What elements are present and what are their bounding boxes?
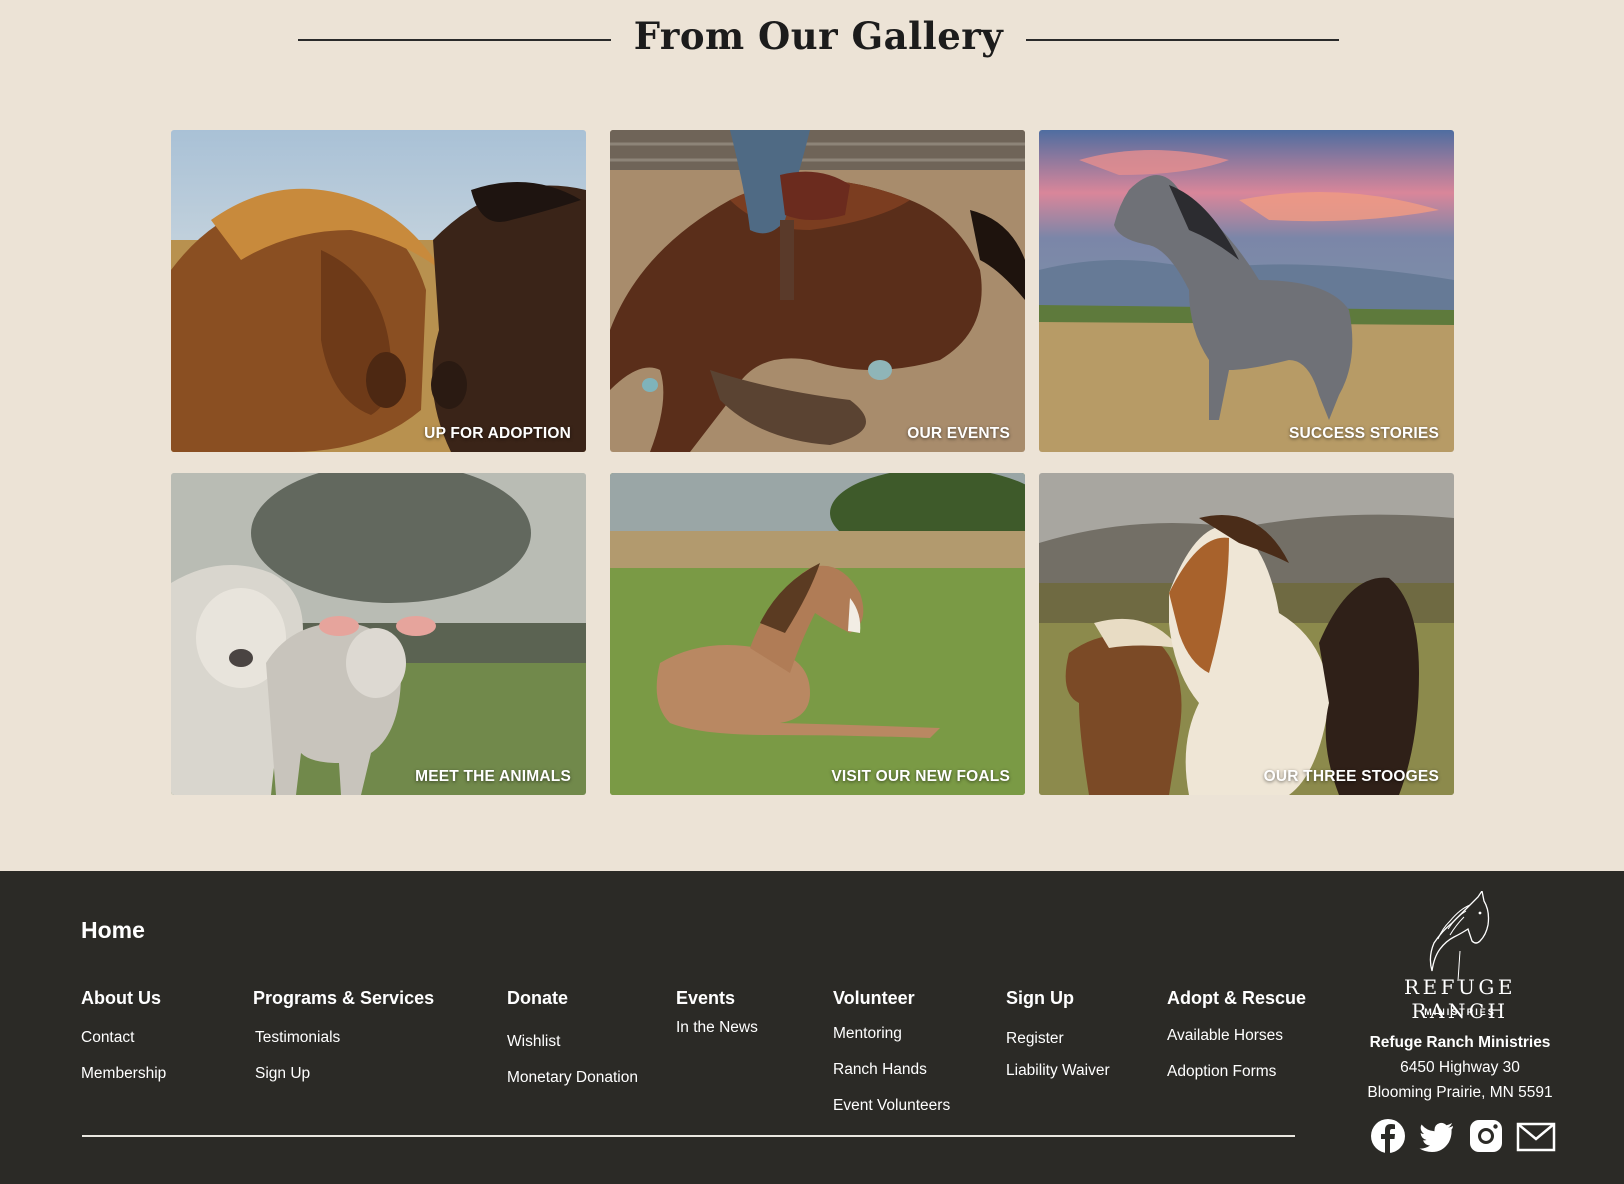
lambs-photo bbox=[171, 473, 586, 795]
footer-link-membership[interactable]: Membership bbox=[81, 1065, 166, 1083]
gallery-title: From Our Gallery bbox=[633, 14, 1004, 58]
three-ponies-photo bbox=[1039, 473, 1454, 795]
address-line-2: Blooming Prairie, MN 5591 bbox=[1367, 1084, 1553, 1101]
footer-column-events: Events In the News bbox=[676, 988, 758, 1036]
footer-column-about-us: About Us Contact Membership bbox=[81, 988, 166, 1082]
gallery-tile-our-three-stooges[interactable]: OUR THREE STOOGES bbox=[1039, 473, 1454, 795]
footer-link-wishlist[interactable]: Wishlist bbox=[507, 1033, 560, 1051]
tile-caption: UP FOR ADOPTION bbox=[424, 425, 571, 442]
gallery-tile-success-stories[interactable]: SUCCESS STORIES bbox=[1039, 130, 1454, 452]
tile-caption: MEET THE ANIMALS bbox=[415, 768, 571, 785]
facebook-icon[interactable] bbox=[1369, 1117, 1407, 1155]
mail-icon[interactable] bbox=[1516, 1117, 1556, 1155]
title-divider-left bbox=[298, 39, 611, 41]
tile-caption: OUR EVENTS bbox=[907, 425, 1010, 442]
address-line-1: 6450 Highway 30 bbox=[1400, 1059, 1520, 1076]
gallery-tile-visit-our-new-foals[interactable]: VISIT OUR NEW FOALS bbox=[610, 473, 1025, 795]
twitter-icon[interactable] bbox=[1418, 1117, 1456, 1155]
grey-horse-photo bbox=[1039, 130, 1454, 452]
footer-link-adoption-forms[interactable]: Adoption Forms bbox=[1167, 1063, 1276, 1081]
brand-logo-block[interactable]: REFUGE RANCH MINISTRIES bbox=[1355, 891, 1565, 1023]
footer-heading[interactable]: Donate bbox=[507, 988, 568, 1009]
footer-heading[interactable]: Volunteer bbox=[833, 988, 915, 1009]
footer-column-sign-up: Sign Up Register Liability Waiver bbox=[1006, 988, 1110, 1079]
brand-subtitle: MINISTRIES bbox=[1424, 1007, 1496, 1017]
horse-head-logo-icon bbox=[1429, 891, 1490, 981]
title-divider-right bbox=[1026, 39, 1339, 41]
footer-link-available-horses[interactable]: Available Horses bbox=[1167, 1027, 1283, 1045]
gallery-tile-our-events[interactable]: OUR EVENTS bbox=[610, 130, 1025, 452]
rodeo-photo bbox=[610, 130, 1025, 452]
footer-link-liability-waiver[interactable]: Liability Waiver bbox=[1006, 1062, 1110, 1080]
footer-column-adopt-rescue: Adopt & Rescue Available Horses Adoption… bbox=[1167, 988, 1306, 1080]
footer-link-monetary-donation[interactable]: Monetary Donation bbox=[507, 1069, 638, 1087]
ponies-photo bbox=[171, 130, 586, 452]
footer-link-event-volunteers[interactable]: Event Volunteers bbox=[833, 1097, 950, 1115]
footer-link-ranch-hands[interactable]: Ranch Hands bbox=[833, 1061, 927, 1079]
tile-caption: OUR THREE STOOGES bbox=[1263, 768, 1439, 785]
footer-link-mentoring[interactable]: Mentoring bbox=[833, 1025, 902, 1043]
footer-column-programs-services: Programs & Services Testimonials Sign Up bbox=[253, 988, 434, 1082]
footer-heading[interactable]: About Us bbox=[81, 988, 161, 1009]
footer-home-link[interactable]: Home bbox=[81, 917, 145, 944]
footer-column-volunteer: Volunteer Mentoring Ranch Hands Event Vo… bbox=[833, 988, 950, 1114]
footer-column-donate: Donate Wishlist Monetary Donation bbox=[507, 988, 638, 1086]
footer-link-in-the-news[interactable]: In the News bbox=[676, 1019, 758, 1037]
footer-heading[interactable]: Adopt & Rescue bbox=[1167, 988, 1306, 1009]
foal-photo bbox=[610, 473, 1025, 795]
footer-link-testimonials[interactable]: Testimonials bbox=[255, 1029, 340, 1047]
site-footer: Home About Us Contact Membership Program… bbox=[0, 871, 1624, 1184]
gallery-tile-meet-the-animals[interactable]: MEET THE ANIMALS bbox=[171, 473, 586, 795]
footer-link-contact[interactable]: Contact bbox=[81, 1029, 134, 1047]
instagram-icon[interactable] bbox=[1467, 1117, 1505, 1155]
footer-link-sign-up[interactable]: Sign Up bbox=[255, 1065, 310, 1083]
gallery-tile-up-for-adoption[interactable]: UP FOR ADOPTION bbox=[171, 130, 586, 452]
footer-divider bbox=[82, 1135, 1295, 1137]
tile-caption: VISIT OUR NEW FOALS bbox=[831, 768, 1010, 785]
gallery-header: From Our Gallery bbox=[0, 0, 1624, 90]
organization-name: Refuge Ranch Ministries bbox=[1369, 1034, 1551, 1051]
footer-heading[interactable]: Sign Up bbox=[1006, 988, 1074, 1009]
footer-link-register[interactable]: Register bbox=[1006, 1030, 1064, 1048]
footer-heading[interactable]: Programs & Services bbox=[253, 988, 434, 1009]
footer-heading[interactable]: Events bbox=[676, 988, 735, 1009]
tile-caption: SUCCESS STORIES bbox=[1288, 425, 1439, 442]
